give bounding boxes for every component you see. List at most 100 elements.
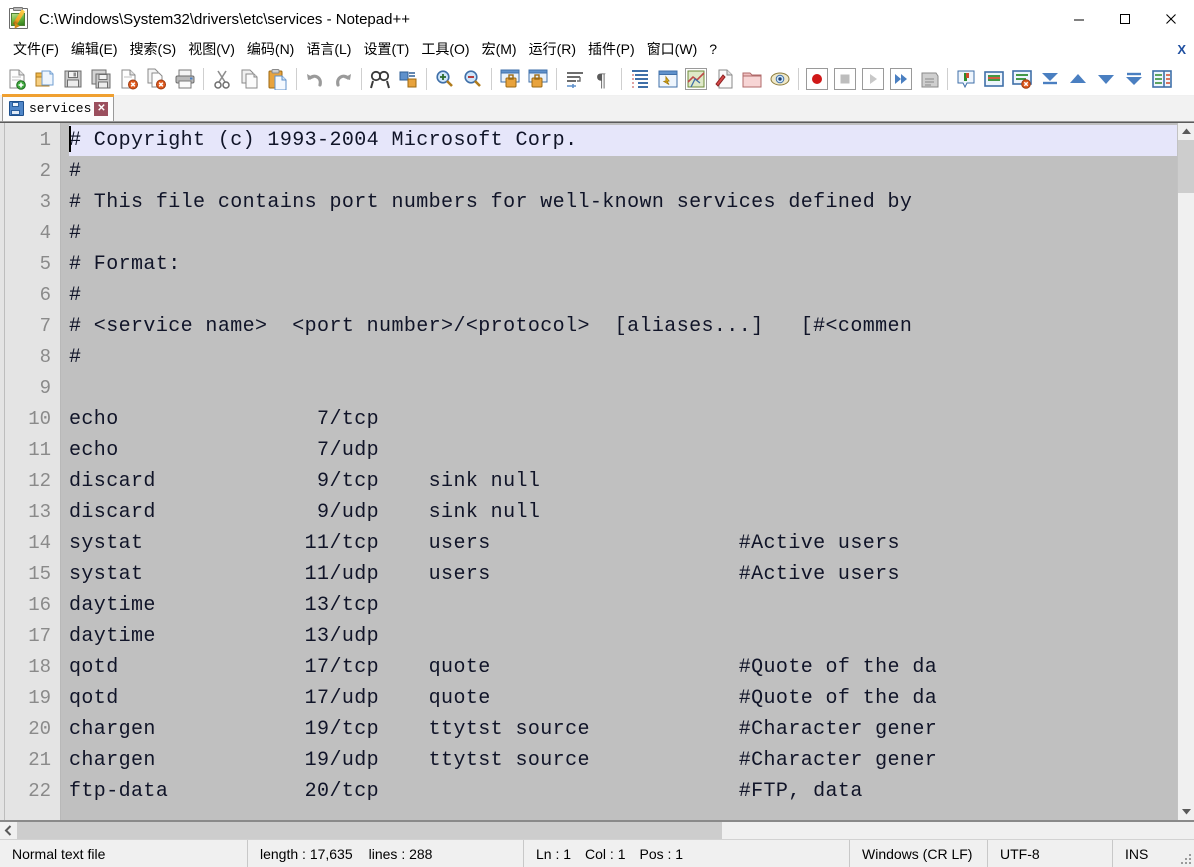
code-line[interactable]: discard 9/udp sink null [69, 497, 1177, 528]
function-list-icon[interactable] [710, 65, 738, 93]
vertical-scroll-track[interactable] [1178, 193, 1194, 803]
menu-macro[interactable]: 宏(M) [476, 39, 523, 61]
remove-all-bookmarks-icon[interactable] [1008, 65, 1036, 93]
code-line[interactable]: # [69, 342, 1177, 373]
record-macro-icon[interactable] [803, 65, 831, 93]
zoom-out-icon[interactable] [459, 65, 487, 93]
horizontal-scrollbar[interactable] [0, 821, 1194, 839]
code-line[interactable]: daytime 13/udp [69, 621, 1177, 652]
sync-vertical-scroll-icon[interactable] [496, 65, 524, 93]
menu-tools[interactable]: 工具(O) [415, 39, 475, 61]
monitoring-icon[interactable] [766, 65, 794, 93]
text-editor[interactable]: 1 2 3 4 5 6 7 8 9 10 11 12 13 14 15 16 17 18 19 20 21 22 # Co… [0, 123, 1177, 820]
menu-language[interactable]: 语言(L) [300, 39, 357, 61]
code-line[interactable]: ftp-data 20/tcp #FTP, data [69, 776, 1177, 807]
save-all-icon[interactable] [87, 65, 115, 93]
toolbar-separator [621, 67, 622, 90]
stop-recording-icon[interactable] [831, 65, 859, 93]
title-bar: C:\Windows\System32\drivers\etc\services… [0, 0, 1194, 38]
save-macro-icon[interactable] [915, 65, 943, 93]
close-document-button[interactable]: X [1177, 41, 1186, 58]
menu-encoding[interactable]: 编码(N) [241, 39, 300, 61]
save-icon[interactable] [59, 65, 87, 93]
resize-grip-icon[interactable] [1179, 852, 1191, 864]
open-file-icon[interactable] [31, 65, 59, 93]
code-line[interactable]: # [69, 280, 1177, 311]
undo-icon[interactable] [301, 65, 329, 93]
code-line[interactable]: # Format: [69, 249, 1177, 280]
jump-up-icon[interactable] [1036, 65, 1064, 93]
menu-edit[interactable]: 编辑(E) [65, 39, 124, 61]
menu-window[interactable]: 窗口(W) [641, 39, 704, 61]
code-line[interactable]: chargen 19/udp ttytst source #Character … [69, 745, 1177, 776]
arrow-down-icon[interactable] [1092, 65, 1120, 93]
jump-down-icon[interactable] [1120, 65, 1148, 93]
close-button[interactable] [1148, 0, 1194, 38]
play-macro-icon[interactable] [859, 65, 887, 93]
close-all-files-icon[interactable] [143, 65, 171, 93]
indent-guide-icon[interactable] [626, 65, 654, 93]
show-all-characters-icon[interactable]: ¶ [589, 65, 617, 93]
zoom-in-icon[interactable] [431, 65, 459, 93]
menu-view[interactable]: 视图(V) [182, 39, 241, 61]
minimize-button[interactable] [1056, 0, 1102, 38]
code-line[interactable]: systat 11/tcp users #Active users [69, 528, 1177, 559]
code-line[interactable]: echo 7/udp [69, 435, 1177, 466]
tab-services[interactable]: services ✕ [2, 94, 115, 121]
sync-horizontal-scroll-icon[interactable] [524, 65, 552, 93]
code-line[interactable]: # <service name> <port number>/<protocol… [69, 311, 1177, 342]
code-line[interactable]: daytime 13/tcp [69, 590, 1177, 621]
user-defined-language-icon[interactable] [654, 65, 682, 93]
run-macro-multiple-icon[interactable] [887, 65, 915, 93]
find-icon[interactable] [366, 65, 394, 93]
scroll-left-arrow-icon[interactable] [0, 822, 17, 839]
code-content[interactable]: # Copyright (c) 1993-2004 Microsoft Corp… [61, 123, 1177, 820]
copy-icon[interactable] [236, 65, 264, 93]
bookmark-icon[interactable] [952, 65, 980, 93]
compare-icon[interactable] [1148, 65, 1176, 93]
code-line[interactable]: # [69, 218, 1177, 249]
scroll-up-arrow-icon[interactable] [1178, 123, 1194, 140]
vertical-scroll-thumb[interactable] [1178, 140, 1194, 193]
replace-icon[interactable] [394, 65, 422, 93]
tab-close-icon[interactable]: ✕ [94, 101, 109, 116]
horizontal-scroll-thumb[interactable] [17, 822, 722, 839]
line-number: 10 [28, 408, 51, 430]
code-line[interactable]: echo 7/tcp [69, 404, 1177, 435]
code-line[interactable]: discard 9/tcp sink null [69, 466, 1177, 497]
remove-bookmark-icon[interactable] [980, 65, 1008, 93]
code-line[interactable]: chargen 19/tcp ttytst source #Character … [69, 714, 1177, 745]
menu-file[interactable]: 文件(F) [7, 39, 65, 61]
close-file-icon[interactable] [115, 65, 143, 93]
maximize-button[interactable] [1102, 0, 1148, 38]
paste-icon[interactable] [264, 65, 292, 93]
horizontal-scroll-track[interactable] [722, 822, 1177, 839]
scroll-down-arrow-icon[interactable] [1178, 803, 1194, 820]
menu-search[interactable]: 搜索(S) [124, 39, 183, 61]
menu-settings[interactable]: 设置(T) [357, 39, 415, 61]
new-file-icon[interactable] [3, 65, 31, 93]
menu-run[interactable]: 运行(R) [523, 39, 582, 61]
status-encoding[interactable]: UTF-8 [988, 839, 1113, 867]
window-title: C:\Windows\System32\drivers\etc\services… [39, 10, 410, 28]
menu-plugins[interactable]: 插件(P) [582, 39, 641, 61]
redo-icon[interactable] [329, 65, 357, 93]
status-eol-format[interactable]: Windows (CR LF) [850, 839, 988, 867]
word-wrap-icon[interactable] [561, 65, 589, 93]
document-map-icon[interactable] [682, 65, 710, 93]
cut-icon[interactable] [208, 65, 236, 93]
line-number: 4 [39, 222, 51, 244]
menu-help[interactable]: ? [703, 39, 723, 61]
code-line[interactable]: qotd 17/tcp quote #Quote of the da [69, 652, 1177, 683]
code-line[interactable]: systat 11/udp users #Active users [69, 559, 1177, 590]
code-line[interactable] [69, 373, 1177, 404]
arrow-up-icon[interactable] [1064, 65, 1092, 93]
toolbar-separator [947, 67, 948, 90]
code-line[interactable]: qotd 17/udp quote #Quote of the da [69, 683, 1177, 714]
code-line[interactable]: # Copyright (c) 1993-2004 Microsoft Corp… [69, 125, 1177, 156]
code-line[interactable]: # [69, 156, 1177, 187]
print-icon[interactable] [171, 65, 199, 93]
vertical-scrollbar[interactable] [1177, 123, 1194, 820]
code-line[interactable]: # This file contains port numbers for we… [69, 187, 1177, 218]
folder-as-workspace-icon[interactable] [738, 65, 766, 93]
